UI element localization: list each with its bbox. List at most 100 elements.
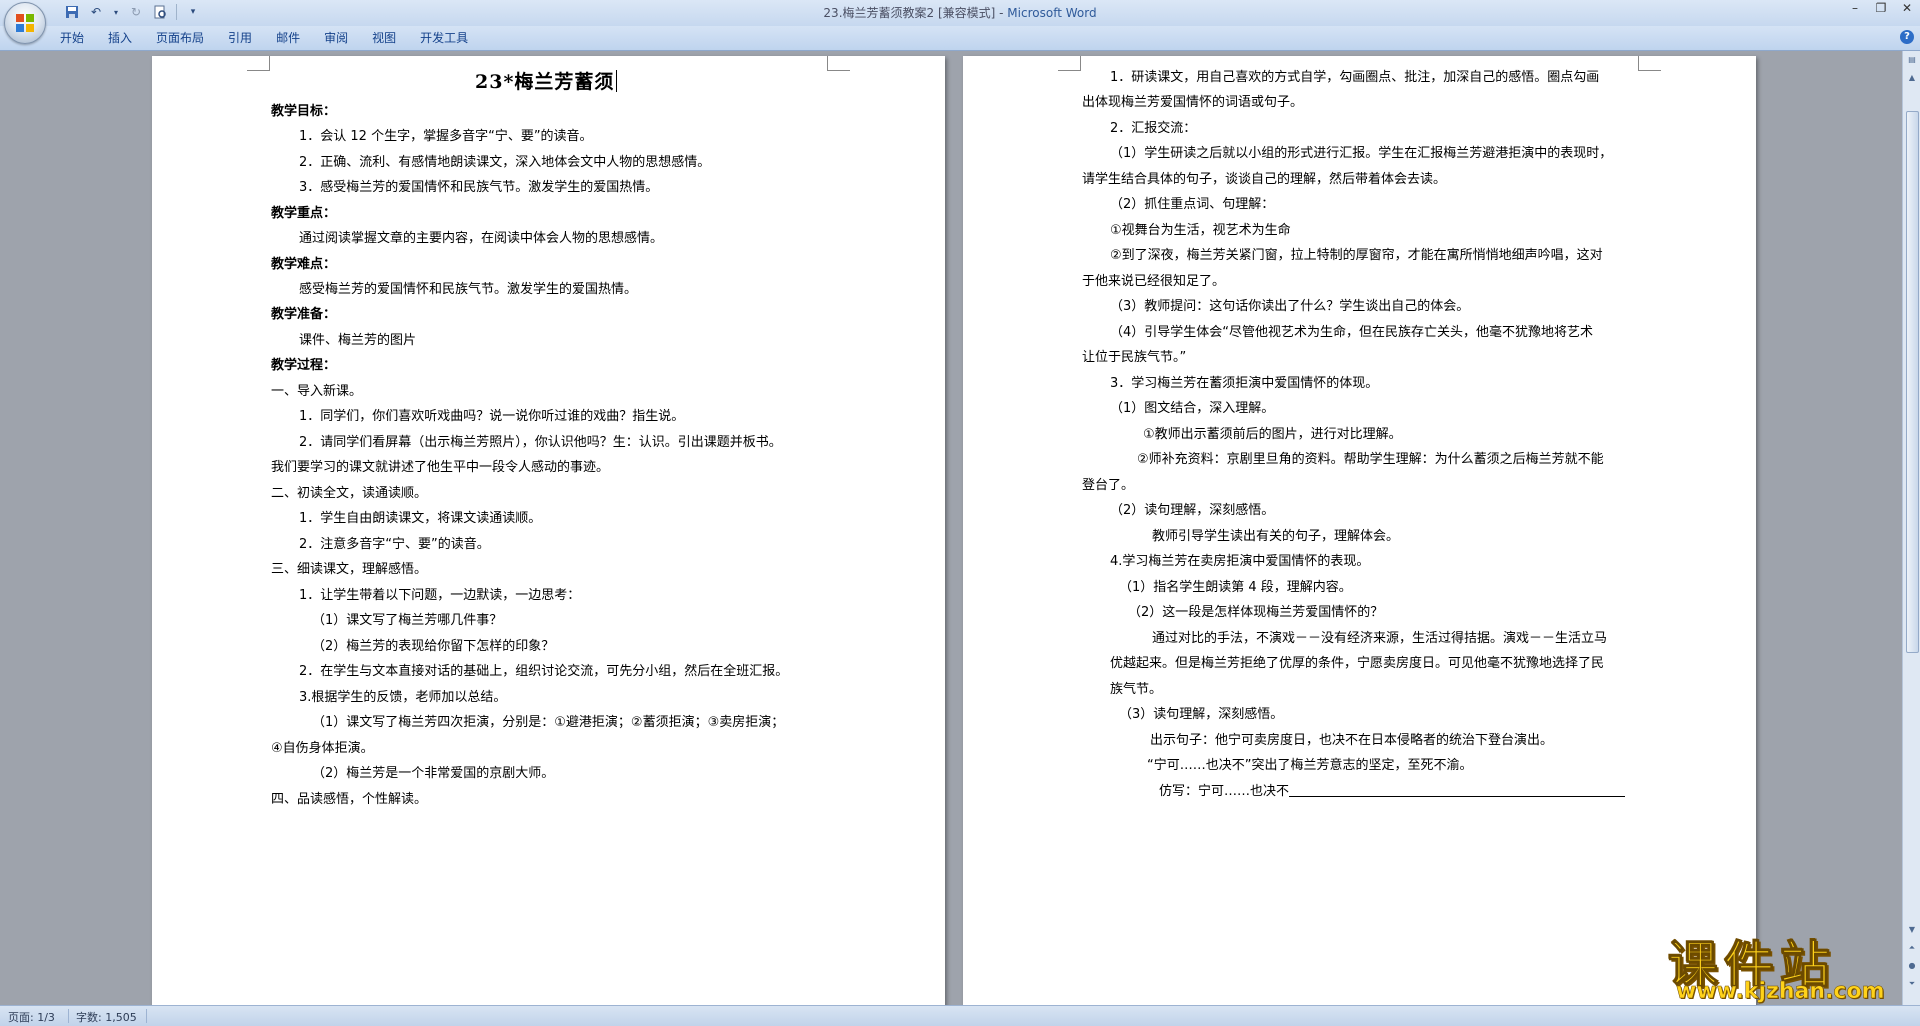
next-page-icon[interactable]: ⏷	[1905, 977, 1919, 991]
doc-line: 优越起来。但是梅兰芳拒绝了优厚的条件，宁愿卖房度日。可见他毫不犹豫地选择了民	[1110, 656, 1605, 671]
document-page-2[interactable]: 1．研读课文，用自己喜欢的方式自学，勾画圈点、批注，加深自己的感悟。圈点勾画 出…	[963, 56, 1756, 1005]
doc-line: 3．学习梅兰芳在蓄须拒演中爱国情怀的体现。	[1110, 376, 1379, 391]
document-name: 23.梅兰芳蓄须教案2 [兼容模式]	[823, 6, 996, 20]
office-button[interactable]	[4, 2, 46, 44]
tab-developer[interactable]: 开发工具	[408, 30, 480, 46]
watermark-logo: 课件站 www.kjzhan.com	[1668, 925, 1900, 1005]
tab-insert[interactable]: 插入	[96, 30, 144, 46]
tab-view[interactable]: 视图	[360, 30, 408, 46]
doc-line: 通过对比的手法，不演戏－－没有经济来源，生活过得拮据。演戏－－生活立马	[1152, 631, 1608, 646]
doc-line: 2．在学生与文本直接对话的基础上，组织讨论交流，可先分小组，然后在全班汇报。	[299, 664, 789, 679]
text-cursor	[616, 70, 618, 92]
document-workspace: 23*梅兰芳蓄须 教学目标： 1．会认 12 个生字，掌握多音字“宁、要”的读音…	[0, 51, 1902, 1005]
page-2-text: 1．研读课文，用自己喜欢的方式自学，勾画圈点、批注，加深自己的感悟。圈点勾画 出…	[963, 56, 1756, 1005]
doc-line: ④自伤身体拒演。	[271, 741, 374, 756]
doc-line: 2．请同学们看屏幕（出示梅兰芳照片），你认识他吗？生：认识。引出课题并板书。	[299, 435, 782, 450]
tab-page-layout[interactable]: 页面布局	[144, 30, 216, 46]
close-icon[interactable]: ✕	[1894, 0, 1920, 18]
doc-line: ①视舞台为生活，视艺术为生命	[1110, 223, 1291, 238]
doc-heading: 教学重点：	[271, 206, 337, 221]
doc-line: 2．注意多音字“宁、要”的读音。	[299, 537, 490, 552]
doc-line: （2）这一段是怎样体现梅兰芳爱国情怀的？	[1128, 605, 1384, 620]
doc-line: 一、导入新课。	[271, 384, 363, 399]
tab-review[interactable]: 审阅	[312, 30, 360, 46]
application-name: Microsoft Word	[1007, 6, 1097, 20]
doc-line: （1）学生研读之后就以小组的形式进行汇报。学生在汇报梅兰芳避港拒演中的表现时，	[1110, 146, 1613, 161]
tab-home[interactable]: 开始	[48, 30, 96, 46]
restore-icon[interactable]: ❐	[1868, 0, 1894, 18]
page-count-indicator[interactable]: 页面: 1/3	[8, 1009, 55, 1025]
doc-line: 族气节。	[1110, 682, 1163, 697]
doc-line: 二、初读全文，读通读顺。	[271, 486, 428, 501]
doc-line: ①教师出示蓄须前后的图片，进行对比理解。	[1143, 427, 1402, 442]
doc-line: （2）读句理解，深刻感悟。	[1110, 503, 1275, 518]
doc-heading: 教学难点：	[271, 257, 337, 272]
doc-line: （4）引导学生体会“尽管他视艺术为生命，但在民族存亡关头，他毫不犹豫地将艺术	[1110, 325, 1594, 340]
doc-line: “宁可……也决不”突出了梅兰芳意志的坚定，至死不渝。	[1147, 758, 1473, 773]
doc-line: 1．会认 12 个生字，掌握多音字“宁、要”的读音。	[299, 129, 593, 144]
doc-line: 2．汇报交流：	[1110, 121, 1197, 136]
tab-references[interactable]: 引用	[216, 30, 264, 46]
title-bar: ↶ ▾ ↻ ▾ 23.梅兰芳蓄须教案2 [兼容模式] - Microsoft W…	[0, 0, 1920, 26]
doc-heading: 教学目标：	[271, 104, 337, 119]
doc-line: 出体现梅兰芳爱国情怀的词语或句子。	[1082, 95, 1304, 110]
doc-line: （1）课文写了梅兰芳哪几件事？	[312, 613, 503, 628]
doc-line: 3．感受梅兰芳的爱国情怀和民族气节。激发学生的爱国热情。	[299, 180, 659, 195]
doc-line: 四、品读感悟，个性解读。	[271, 792, 428, 807]
doc-line: （1）课文写了梅兰芳四次拒演，分别是：①避港拒演；②蓄须拒演；③卖房拒演；	[312, 715, 785, 730]
doc-line: 感受梅兰芳的爱国情怀和民族气节。激发学生的爱国热情。	[299, 282, 638, 297]
ribbon: 开始 插入 页面布局 引用 邮件 审阅 视图 开发工具 ?	[0, 26, 1920, 51]
ribbon-tabs: 开始 插入 页面布局 引用 邮件 审阅 视图 开发工具	[48, 30, 480, 46]
doc-line: （3）教师提问：这句话你读出了什么？学生谈出自己的体会。	[1110, 299, 1470, 314]
doc-line: 2．正确、流利、有感情地朗读课文，深入地体会文中人物的思想感情。	[299, 155, 711, 170]
doc-line: （2）梅兰芳是一个非常爱国的京剧大师。	[312, 766, 555, 781]
page-1-text: 23*梅兰芳蓄须 教学目标： 1．会认 12 个生字，掌握多音字“宁、要”的读音…	[152, 56, 945, 1005]
document-title: 23*梅兰芳蓄须	[475, 70, 618, 94]
doc-line: ②到了深夜，梅兰芳关紧门窗，拉上特制的厚窗帘，才能在寓所悄悄地细声吟唱，这对	[1110, 248, 1603, 263]
status-bar: 页面: 1/3 字数: 1,505	[0, 1005, 1920, 1026]
doc-heading: 教学准备：	[271, 307, 337, 322]
ruler-toggle-icon[interactable]: ▤	[1905, 53, 1919, 67]
doc-line-blank: 仿写：宁可……也决不	[1159, 784, 1626, 800]
previous-page-icon[interactable]: ⏶	[1905, 941, 1919, 955]
doc-line: 1．研读课文，用自己喜欢的方式自学，勾画圈点、批注，加深自己的感悟。圈点勾画	[1110, 70, 1600, 85]
doc-line: （2）抓住重点词、句理解：	[1110, 197, 1275, 212]
document-title-text: 23*梅兰芳蓄须	[475, 71, 615, 93]
title-separator: -	[995, 6, 1008, 20]
doc-line: 3.根据学生的反馈，老师加以总结。	[299, 690, 507, 705]
doc-line: 请学生结合具体的句子，谈谈自己的理解，然后带着体会去读。	[1082, 172, 1447, 187]
doc-line: 课件、梅兰芳的图片	[299, 333, 417, 348]
doc-line: 通过阅读掌握文章的主要内容，在阅读中体会人物的思想感情。	[299, 231, 664, 246]
doc-line: （3）读句理解，深刻感悟。	[1119, 707, 1284, 722]
scroll-thumb[interactable]	[1906, 111, 1919, 653]
doc-line: 教师引导学生读出有关的句子，理解体会。	[1152, 529, 1400, 544]
doc-line: （1）图文结合，深入理解。	[1110, 401, 1275, 416]
doc-heading: 教学过程：	[271, 358, 337, 373]
doc-line: 1．同学们，你们喜欢听戏曲吗？说一说你听过谁的戏曲？指生说。	[299, 409, 685, 424]
minimize-icon[interactable]: –	[1842, 0, 1868, 18]
document-page-1[interactable]: 23*梅兰芳蓄须 教学目标： 1．会认 12 个生字，掌握多音字“宁、要”的读音…	[152, 56, 945, 1005]
status-separator	[146, 1009, 147, 1023]
doc-line: 三、细读课文，理解感悟。	[271, 562, 428, 577]
word-count-indicator[interactable]: 字数: 1,505	[76, 1009, 137, 1025]
doc-line: 让位于民族气节。”	[1082, 350, 1187, 365]
watermark-url: www.kjzhan.com	[1676, 979, 1885, 1005]
scroll-up-icon[interactable]: ▲	[1905, 71, 1919, 85]
status-separator	[68, 1009, 69, 1023]
doc-line: 我们要学习的课文就讲述了他生平中一段令人感动的事迹。	[271, 460, 610, 475]
fill-in-blank	[1289, 784, 1626, 797]
doc-line: （1）指名学生朗读第 4 段，理解内容。	[1119, 580, 1352, 595]
doc-line: ②师补充资料：京剧里旦角的资料。帮助学生理解：为什么蓄须之后梅兰芳就不能	[1137, 452, 1604, 467]
doc-line: 1．学生自由朗读课文，将课文读通读顺。	[299, 511, 542, 526]
doc-line: （2）梅兰芳的表现给你留下怎样的印象？	[312, 639, 555, 654]
select-browse-object-icon[interactable]: ●	[1905, 959, 1919, 973]
vertical-scrollbar[interactable]: ▤ ▲ ▼ ⏶ ● ⏷	[1902, 51, 1920, 1005]
tab-mailings[interactable]: 邮件	[264, 30, 312, 46]
doc-line: 登台了。	[1082, 478, 1135, 493]
doc-line: 1．让学生带着以下问题，一边默读，一边思考：	[299, 588, 581, 603]
scroll-down-icon[interactable]: ▼	[1905, 923, 1919, 937]
office-logo-icon	[16, 14, 34, 32]
doc-line: 4.学习梅兰芳在卖房拒演中爱国情怀的表现。	[1110, 554, 1370, 569]
window-title: 23.梅兰芳蓄须教案2 [兼容模式] - Microsoft Word	[0, 4, 1920, 21]
help-icon[interactable]: ?	[1900, 30, 1914, 44]
